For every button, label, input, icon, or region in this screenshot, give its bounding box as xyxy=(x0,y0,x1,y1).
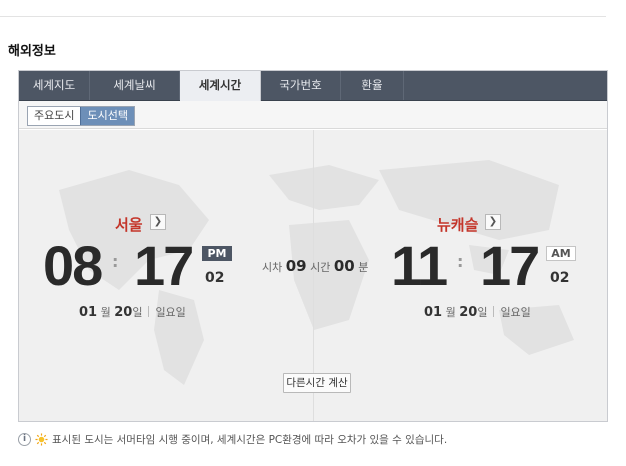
city-mode-toggle: 주요도시 도시선택 xyxy=(27,106,135,126)
tab-world-map[interactable]: 세계지도 xyxy=(19,71,90,100)
left-city-name[interactable]: 서울 xyxy=(115,214,143,235)
left-day: 20 xyxy=(114,305,133,320)
right-day: 20 xyxy=(459,305,478,320)
sun-icon xyxy=(35,433,48,446)
right-date-separator xyxy=(493,306,495,317)
top-divider xyxy=(0,16,606,17)
world-time-panel: 세계지도 세계날씨 세계시간 국가번호 환율 주요도시 도시선택 서울 ❯ 08… xyxy=(18,70,608,422)
left-date: 01 월 20일 일요일 xyxy=(79,304,186,320)
right-city-change-icon[interactable]: ❯ xyxy=(485,214,501,230)
left-second: 02 xyxy=(205,270,225,286)
tab-exchange-rate[interactable]: 환율 xyxy=(341,71,404,100)
tab-world-time[interactable]: 세계시간 xyxy=(180,71,261,101)
right-month: 01 xyxy=(424,305,443,320)
left-ampm-badge: PM xyxy=(202,246,232,261)
left-month-unit: 월 xyxy=(100,306,111,319)
left-date-separator xyxy=(148,306,150,317)
left-city-change-icon[interactable]: ❯ xyxy=(150,214,166,230)
sub-toolbar: 주요도시 도시선택 xyxy=(19,101,607,129)
section-title: 해외정보 xyxy=(8,44,56,59)
diff-prefix: 시차 xyxy=(262,261,283,274)
right-colon: : xyxy=(457,252,464,271)
world-map-background: 서울 ❯ 08 : 17 PM 02 01 월 20일 일요일 시차 09 시간 … xyxy=(19,130,607,421)
notice-text: 표시된 도시는 서머타임 시행 중이며, 세계시간은 PC환경에 따라 오차가 … xyxy=(52,434,448,446)
major-cities-button[interactable]: 주요도시 xyxy=(28,107,81,125)
right-city-name[interactable]: 뉴캐슬 xyxy=(437,214,478,235)
diff-minutes: 00 xyxy=(333,257,355,275)
right-day-unit: 일 xyxy=(477,306,488,319)
left-month: 01 xyxy=(79,305,98,320)
left-minute: 17 xyxy=(134,234,194,297)
tab-world-weather[interactable]: 세계날씨 xyxy=(90,71,180,100)
time-difference: 시차 09 시간 00 분 xyxy=(262,257,368,275)
left-weekday: 일요일 xyxy=(155,306,186,319)
left-colon: : xyxy=(112,252,119,271)
right-minute: 17 xyxy=(480,234,540,297)
right-weekday: 일요일 xyxy=(500,306,531,319)
left-day-unit: 일 xyxy=(132,306,143,319)
diff-minutes-unit: 분 xyxy=(358,261,369,274)
diff-hours-unit: 시간 xyxy=(310,261,331,274)
right-month-unit: 월 xyxy=(445,306,456,319)
select-city-button[interactable]: 도시선택 xyxy=(80,107,134,125)
right-ampm-badge: AM xyxy=(546,246,576,261)
right-second: 02 xyxy=(550,270,570,286)
calculate-other-time-button[interactable]: 다른시간 계산 xyxy=(283,373,351,393)
info-icon: i xyxy=(18,433,31,446)
tab-country-code[interactable]: 국가번호 xyxy=(261,71,341,100)
tab-bar: 세계지도 세계날씨 세계시간 국가번호 환율 xyxy=(19,71,607,101)
left-hour: 08 xyxy=(43,234,103,297)
notice: i 표시된 도시는 서머타임 시행 중이며, 세계시간은 PC환경에 따라 오차… xyxy=(18,432,447,447)
diff-hours: 09 xyxy=(285,257,307,275)
right-date: 01 월 20일 일요일 xyxy=(424,304,531,320)
right-hour: 11 xyxy=(391,234,448,297)
